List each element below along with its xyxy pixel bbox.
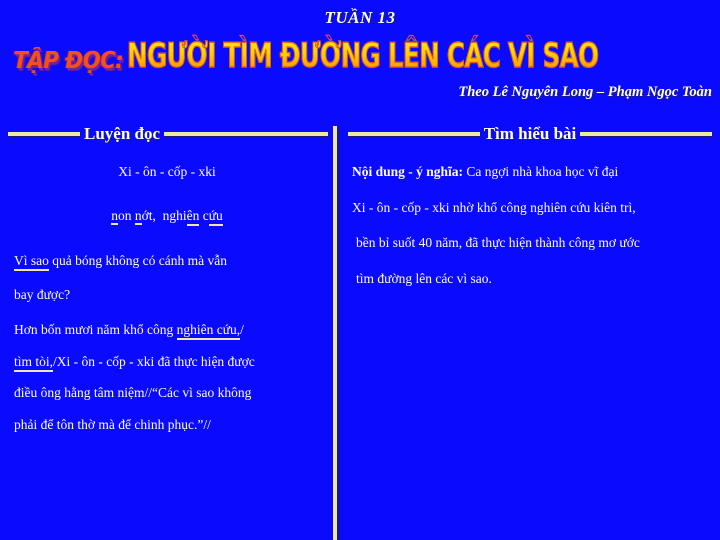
section-header-row: Luyện đọc Tìm hiểu bài <box>0 121 720 147</box>
rule-left-timhieubai <box>348 132 480 136</box>
column-divider <box>333 126 337 540</box>
passage-line-3-slash: // <box>144 385 152 400</box>
passage-line-2: tìm tòi,/Xi - ôn - cốp - xki đã thực hiệ… <box>14 353 328 372</box>
content-meaning-line-1: Nội dung - ý nghĩa: Ca ngợi nhà khoa học… <box>352 165 714 179</box>
content-meaning-line-4: tìm đường lên các vì sao. <box>356 270 492 286</box>
wordart-prefix: TẬP ĐỌC: <box>13 48 124 74</box>
word-non-underline: n <box>111 207 118 225</box>
wordart-banner: TẬP ĐỌC: NGƯỜI TÌM ĐƯỜNG LÊN CÁC VÌ SAO <box>0 36 720 76</box>
content-meaning-label: Nội dung - ý nghĩa: <box>352 164 464 179</box>
word-nghien-underline: ên <box>186 207 200 226</box>
question-line-1-rest: quả bóng không có cánh mà vẫn <box>48 253 227 268</box>
section-label-luyen-doc: Luyện đọc <box>84 124 161 143</box>
left-column: Xi - ôn - cốp - xki non nớt, nghiên cứu … <box>6 155 328 431</box>
vocabulary-line: non nớt, nghiên cứu <box>6 207 328 226</box>
question-line-1: Vì sao quả bóng không có cánh mà vẫn <box>14 253 328 271</box>
passage-line-4: phải để tôn thờ mà để chinh phục.”// <box>14 416 328 432</box>
passage-line-1-pre: Hơn bốn mươi năm khổ công <box>14 322 177 337</box>
section-label-tim-hieu-bai: Tìm hiểu bài <box>483 124 577 143</box>
passage-line-2-underline: tìm tòi, <box>14 353 54 372</box>
word-not-underline: n <box>134 207 142 225</box>
question-line-2: bay được? <box>14 286 71 302</box>
passage-line-1: Hơn bốn mươi năm khổ công nghiên cứu,/ <box>14 322 328 340</box>
right-column: Nội dung - ý nghĩa: Ca ngợi nhà khoa học… <box>352 155 714 285</box>
content-meaning-body-1: Ca ngợi nhà khoa học vĩ đại <box>463 164 619 179</box>
content-meaning-line-2: Xi - ôn - cốp - xki nhờ khổ công nghiên … <box>352 199 636 215</box>
word-nghien-pre: nghi <box>162 207 187 223</box>
author-credit: Theo Lê Nguyên Long – Phạm Ngọc Toàn <box>458 84 712 100</box>
word-not-rest: ớt, <box>141 207 156 223</box>
word-non-rest: on <box>117 207 135 223</box>
passage-line-1-slash: / <box>240 322 244 337</box>
passage-line-3: điều ông hằng tâm niệm//“Các vì sao khôn… <box>14 386 328 400</box>
passage-line-3-pre: điều ông hằng tâm niệm <box>14 385 145 400</box>
word-cuu-underline: ứu <box>208 207 223 226</box>
passage-line-4-slash: // <box>203 416 211 432</box>
question-keyword: Vì sao <box>14 253 49 271</box>
section-header-luyen-doc: Luyện đọc <box>8 121 328 147</box>
section-header-tim-hieu-bai: Tìm hiểu bài <box>348 121 712 147</box>
pronunciation-line: Xi - ôn - cốp - xki <box>118 164 216 179</box>
week-title: TUẦN 13 <box>324 8 396 27</box>
passage-line-4-text: phải để tôn thờ mà để chinh phục.” <box>14 416 204 432</box>
passage-line-2-rest: Xi - ôn - cốp - xki đã thực hiện được <box>56 353 255 369</box>
rule-right-timhieubai <box>580 132 712 136</box>
word-cuu-pre: c <box>202 207 209 223</box>
passage-line-3-rest: “Các vì sao không <box>152 385 252 400</box>
slide-canvas: TUẦN 13 TẬP ĐỌC: NGƯỜI TÌM ĐƯỜNG LÊN CÁC … <box>0 0 720 540</box>
content-meaning-line-3: bền bỉ suốt 40 năm, đã thực hiện thành c… <box>356 235 640 250</box>
wordart-title: NGƯỜI TÌM ĐƯỜNG LÊN CÁC VÌ SAO <box>127 36 600 76</box>
rule-right-luyendoc <box>164 132 328 136</box>
rule-left-luyendoc <box>8 132 80 136</box>
passage-line-1-underline: nghiên cứu, <box>176 322 241 340</box>
